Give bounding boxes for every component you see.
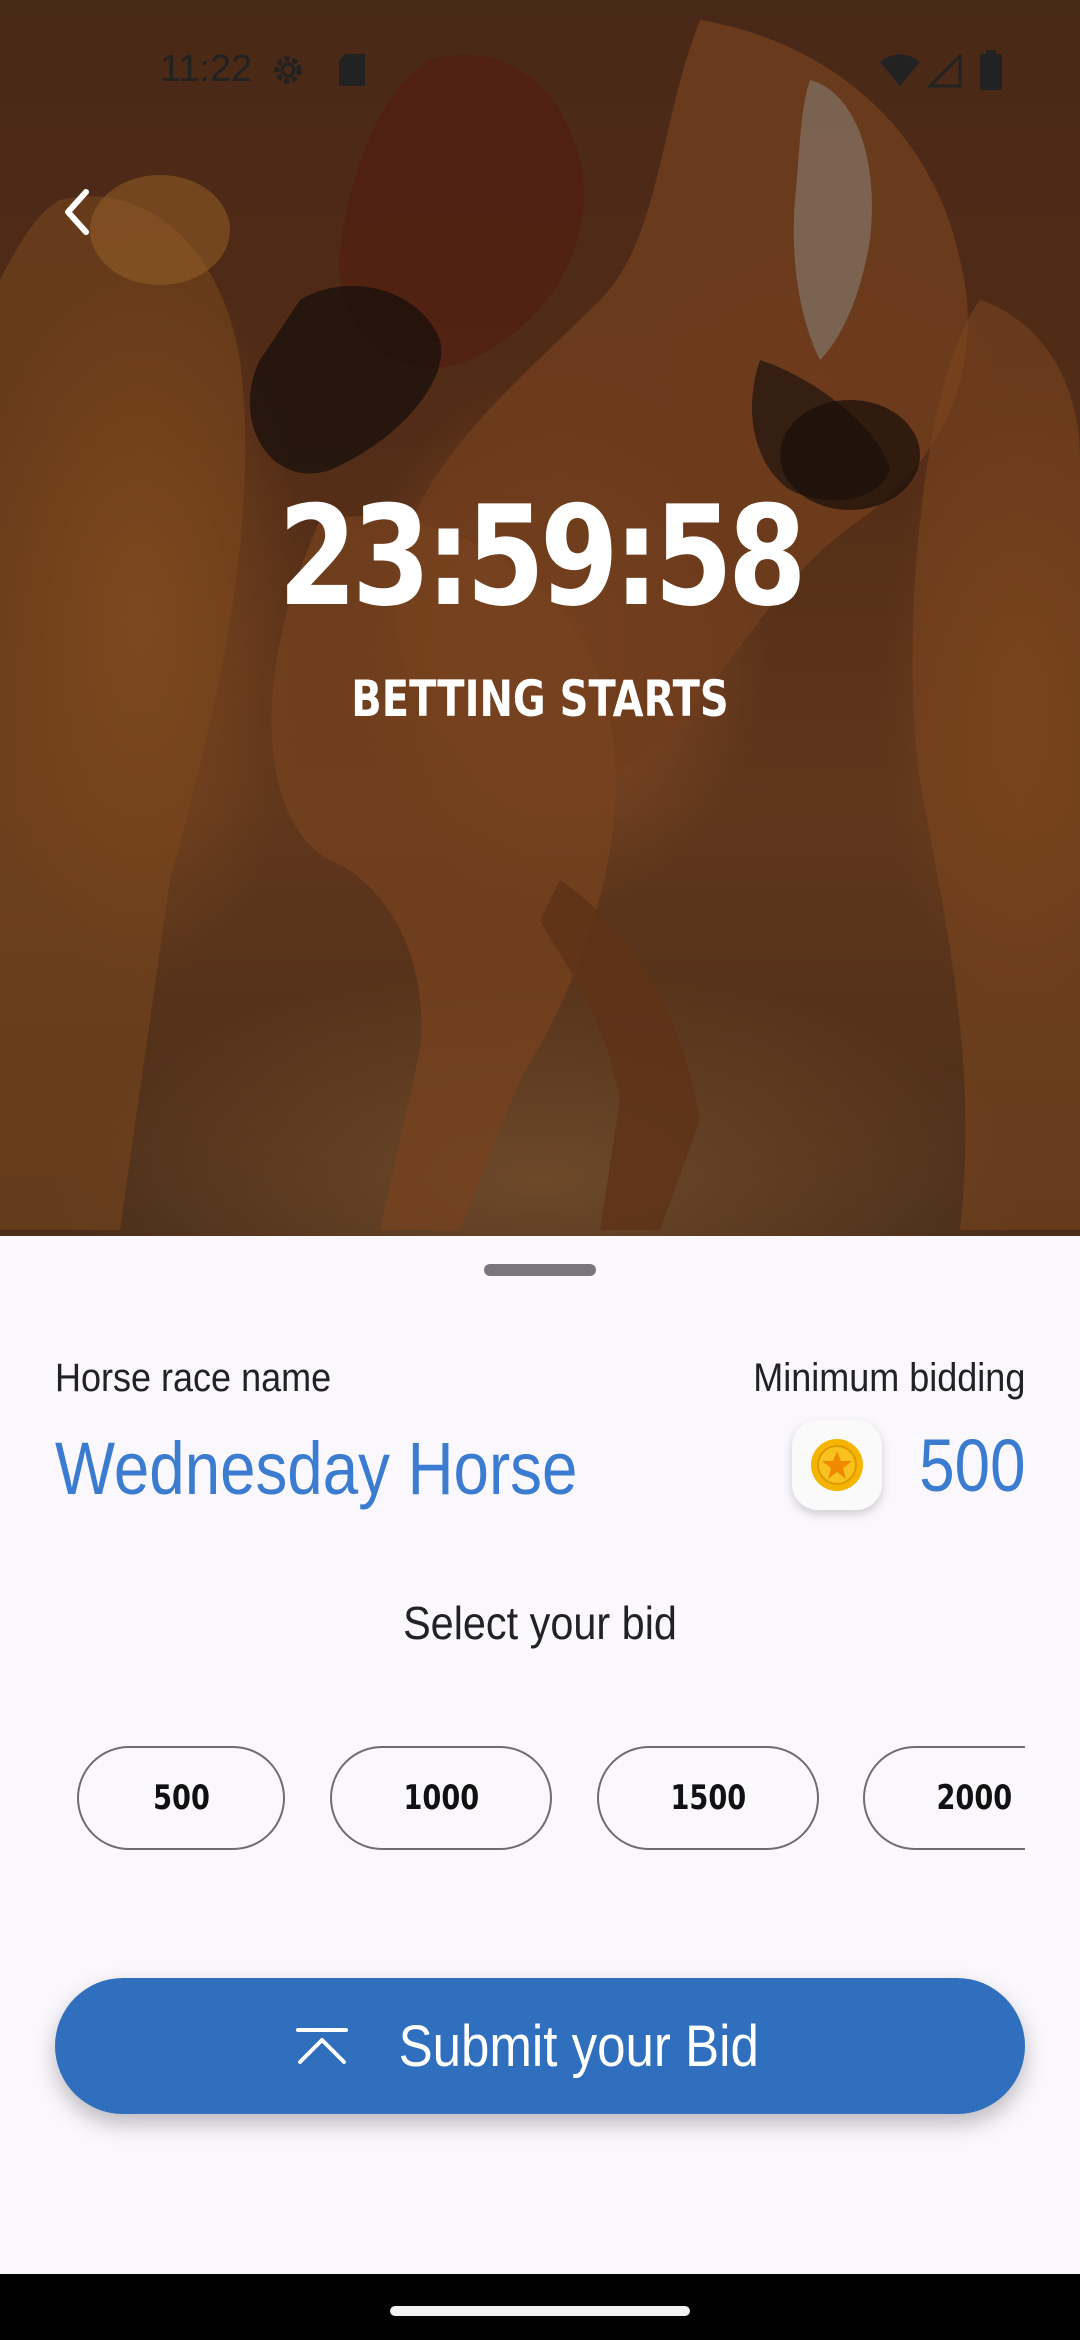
bid-option-500[interactable]: 500 <box>77 1746 285 1850</box>
race-name-label: Horse race name <box>55 1356 332 1400</box>
countdown-timer: 23:59:58 <box>278 476 806 637</box>
bid-option-1500[interactable]: 1500 <box>597 1746 819 1850</box>
wifi-icon <box>880 54 920 86</box>
bid-options-list[interactable]: 500 1000 1500 2000 <box>55 1744 1025 1854</box>
cell-signal-icon <box>928 54 962 88</box>
drag-handle[interactable] <box>484 1264 596 1276</box>
chevron-left-icon <box>65 189 89 235</box>
race-name: Wednesday Horse <box>55 1427 578 1510</box>
bid-option-2000[interactable]: 2000 <box>863 1746 1025 1850</box>
bottom-sheet: Horse race name Wednesday Horse Minimum … <box>0 1236 1080 2274</box>
bid-option-label: 2000 <box>936 1778 1012 1818</box>
minimum-bidding-value: 500 <box>918 1423 1025 1507</box>
system-navigation-bar <box>0 2274 1080 2340</box>
settings-gear-icon <box>274 56 302 84</box>
bid-option-label: 1500 <box>670 1778 746 1818</box>
chevron-up-bar-icon <box>296 2028 349 2064</box>
status-time: 11:22 <box>160 48 253 90</box>
bid-option-1000[interactable]: 1000 <box>330 1746 552 1850</box>
sd-card-icon <box>339 54 365 86</box>
submit-bid-button[interactable]: Submit your Bid <box>55 1978 1025 2114</box>
back-button[interactable] <box>46 180 110 244</box>
hero-image: 11:22 23:59:58 BETTING STARTS <box>0 0 1080 1240</box>
status-bar: 11:22 <box>0 40 1080 100</box>
minimum-bidding-label: Minimum bidding <box>752 1356 1025 1400</box>
submit-bid-label: Submit your Bid <box>398 2013 760 2079</box>
coin-badge <box>791 1420 882 1510</box>
coin-star-icon <box>810 1439 863 1491</box>
select-bid-title: Select your bid <box>403 1597 677 1649</box>
home-gesture-handle[interactable] <box>390 2306 690 2316</box>
minimum-bidding-row: 500 <box>791 1420 1025 1510</box>
countdown-label: BETTING STARTS <box>351 670 729 728</box>
bid-option-label: 1000 <box>403 1778 479 1818</box>
battery-icon <box>980 50 1002 90</box>
bid-option-label: 500 <box>152 1778 210 1818</box>
